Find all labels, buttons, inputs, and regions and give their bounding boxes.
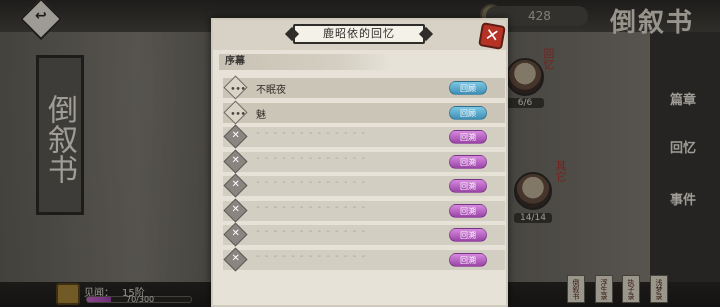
unlocked-dots-icon: •••: [223, 99, 248, 125]
memory-row[interactable]: ••• 魅 回顾: [223, 99, 505, 125]
memory-list: ••• 不眠夜 回顾 ••• 魅 回顾 ✕ - - - - - - - - - …: [223, 75, 505, 274]
rewind-button[interactable]: 回溯: [449, 154, 487, 169]
locked-x-icon: ✕: [223, 246, 248, 272]
locked-x-icon: ✕: [223, 173, 248, 198]
memory-panel: 鹿昭依的回忆 ✕ 序幕 ••• 不眠夜 回顾 ••• 魅 回顾 ✕ - - - …: [211, 18, 508, 307]
locked-x-icon: ✕: [223, 148, 248, 174]
section-header: 序幕: [219, 54, 391, 70]
memory-title-hidden: - - - - - - - - - - - - -: [256, 250, 367, 262]
locked-x-icon: ✕: [223, 197, 248, 223]
close-button[interactable]: ✕: [478, 22, 506, 50]
memory-row[interactable]: ••• 不眠夜 回顾: [223, 75, 505, 100]
rewind-button[interactable]: 回溯: [449, 179, 487, 193]
memory-row[interactable]: ✕ - - - - - - - - - - - - - 回溯: [223, 124, 505, 149]
close-icon: ✕: [483, 24, 501, 48]
rewind-button[interactable]: 回溯: [449, 130, 487, 144]
locked-x-icon: ✕: [223, 124, 248, 149]
memory-row[interactable]: ✕ - - - - - - - - - - - - - 回溯: [223, 173, 505, 198]
rewind-button[interactable]: 回溯: [449, 203, 487, 218]
memory-title-hidden: - - - - - - - - - - - - -: [256, 152, 367, 164]
memory-title-hidden: - - - - - - - - - - - - -: [256, 201, 367, 213]
memory-title-hidden: - - - - - - - - - - - - -: [256, 128, 367, 139]
rewind-button[interactable]: 回溯: [449, 228, 487, 242]
review-button[interactable]: 回顾: [449, 105, 487, 120]
memory-title: 不眠夜: [256, 85, 286, 96]
memory-title: 魅: [256, 109, 266, 121]
memory-row[interactable]: ✕ - - - - - - - - - - - - - 回溯: [223, 148, 505, 174]
memory-row[interactable]: ✕ - - - - - - - - - - - - - 回溯: [223, 222, 505, 247]
memory-row[interactable]: ✕ - - - - - - - - - - - - - 回溯: [223, 246, 505, 272]
memory-row[interactable]: ✕ - - - - - - - - - - - - - 回溯: [223, 197, 505, 223]
panel-title: 鹿昭依的回忆: [293, 24, 425, 44]
memory-title-hidden: - - - - - - - - - - - - -: [256, 226, 367, 237]
unlocked-dots-icon: •••: [223, 75, 248, 100]
review-button[interactable]: 回顾: [449, 81, 487, 95]
memory-title-hidden: - - - - - - - - - - - - -: [256, 177, 367, 188]
locked-x-icon: ✕: [223, 222, 248, 247]
rewind-button[interactable]: 回溯: [449, 252, 487, 267]
